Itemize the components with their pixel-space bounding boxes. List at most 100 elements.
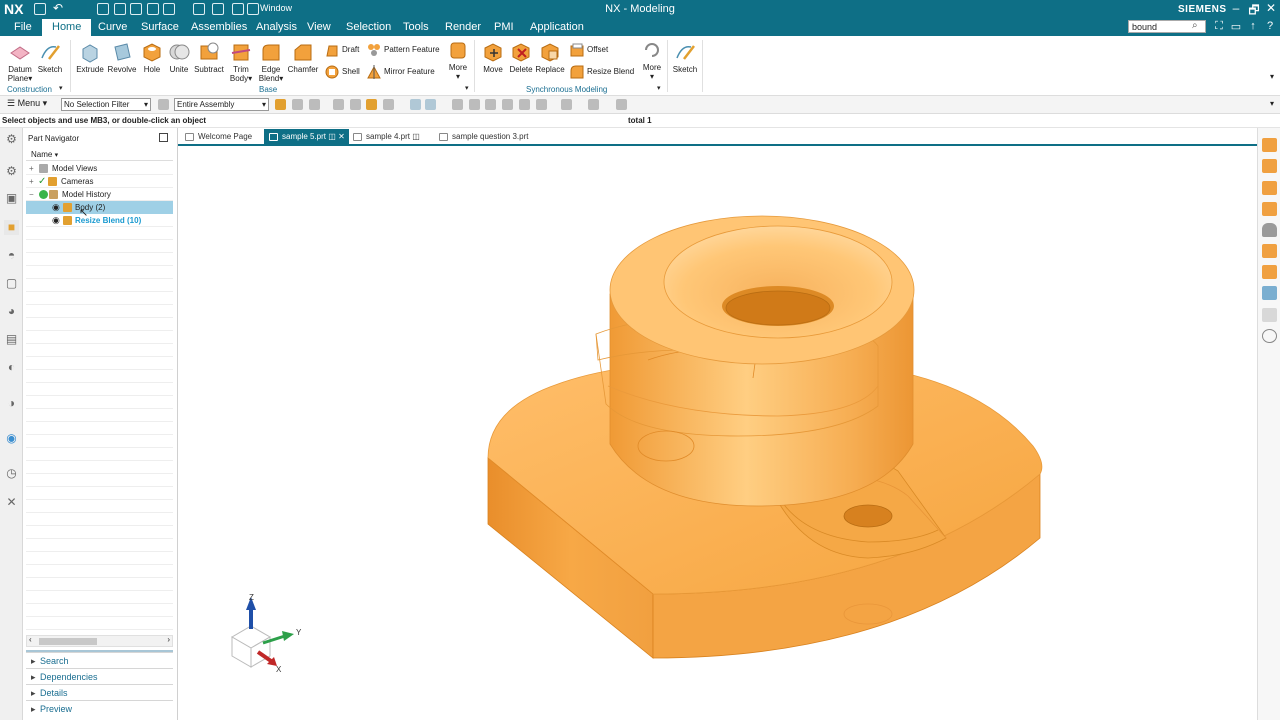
tab-render[interactable]: Render: [439, 21, 487, 33]
eye-icon[interactable]: ◉: [52, 214, 60, 227]
roles-icon[interactable]: ◉: [4, 431, 19, 446]
subtract-button[interactable]: Subtract: [193, 41, 225, 74]
sketch-button-2[interactable]: Sketch: [672, 41, 698, 74]
tab-selection[interactable]: Selection: [340, 21, 397, 33]
section-icon[interactable]: [561, 99, 572, 110]
toolbar-options-dropdown[interactable]: ▾: [1270, 99, 1274, 108]
hole-button[interactable]: Hole: [139, 41, 165, 74]
horizontal-scrollbar[interactable]: ‹ ›: [26, 635, 173, 647]
sync-group-dropdown[interactable]: ▾: [657, 84, 661, 92]
shaded-icon[interactable]: [519, 99, 530, 110]
tree-row-model-views[interactable]: + Model Views: [26, 162, 173, 175]
render-style-icon[interactable]: [502, 99, 513, 110]
tab-application[interactable]: Application: [524, 21, 590, 33]
gear-icon[interactable]: ⚙: [4, 132, 19, 147]
tab-sample-5[interactable]: sample 5.prt ◫ ✕: [264, 129, 349, 145]
fullscreen-icon[interactable]: ⛶: [1213, 20, 1225, 32]
orient-icon[interactable]: [536, 99, 547, 110]
system-materials-icon[interactable]: ◐: [4, 360, 19, 375]
trimetric-view-icon[interactable]: [1262, 265, 1277, 279]
iso-view-icon[interactable]: [1262, 202, 1277, 216]
tree-row-model-history[interactable]: − Model History: [26, 188, 173, 201]
extrude-button[interactable]: Extrude: [75, 41, 105, 74]
scope-select[interactable]: Entire Assembly: [174, 98, 269, 111]
help-icon[interactable]: ?: [1264, 20, 1276, 32]
edge-blend-button[interactable]: Edge Blend▾: [257, 41, 285, 83]
resource-icon[interactable]: ▭: [1230, 20, 1242, 33]
offset-region-button[interactable]: Offset: [570, 43, 608, 57]
edges-view-icon[interactable]: [1262, 244, 1277, 258]
name-column-header[interactable]: Name ▾: [26, 150, 173, 161]
front-view-icon[interactable]: [1262, 138, 1277, 152]
tab-analysis[interactable]: Analysis: [250, 21, 303, 33]
revolve-button[interactable]: Revolve: [106, 41, 138, 74]
menu-button[interactable]: ☰ Menu ▾: [7, 98, 47, 109]
tools-icon[interactable]: ✕: [4, 495, 19, 510]
tab-assemblies[interactable]: Assemblies: [185, 21, 253, 33]
base-group-dropdown[interactable]: ▾: [465, 84, 469, 92]
trim-body-button[interactable]: Trim Body▾: [227, 41, 255, 83]
chamfer-button[interactable]: Chamfer: [287, 41, 319, 74]
tab-pmi[interactable]: PMI: [488, 21, 520, 33]
tree-row-body[interactable]: ◉ Body (2): [26, 201, 173, 214]
minimize-button[interactable]: –: [1228, 1, 1244, 15]
shaded-view-icon[interactable]: [1262, 223, 1277, 237]
lights-icon[interactable]: [1262, 308, 1277, 322]
reuse-library-icon[interactable]: ◓: [4, 248, 19, 263]
tab-surface[interactable]: Surface: [135, 21, 185, 33]
hd3d-icon[interactable]: ▢: [4, 276, 19, 291]
tab-sample-question-3[interactable]: sample question 3.prt: [434, 129, 535, 145]
up-arrow-icon[interactable]: ↑: [1247, 20, 1259, 32]
part-cylinder[interactable]: [595, 215, 915, 507]
body-icon[interactable]: [366, 99, 377, 110]
layer-icon[interactable]: [588, 99, 599, 110]
tab-view[interactable]: View: [301, 21, 337, 33]
face-icon[interactable]: [410, 99, 421, 110]
edge-icon[interactable]: [383, 99, 394, 110]
eye-icon[interactable]: ◉: [52, 201, 60, 214]
section-preview[interactable]: Preview: [26, 700, 173, 717]
more-sync-button[interactable]: More ▾: [638, 39, 666, 81]
more-base-button[interactable]: More ▾: [444, 39, 472, 81]
resize-blend-button[interactable]: Resize Blend: [570, 65, 634, 79]
region-icon[interactable]: [425, 99, 436, 110]
selection-filter-select[interactable]: No Selection Filter: [61, 98, 151, 111]
section-dependencies[interactable]: Dependencies: [26, 668, 173, 685]
close-tab-icon[interactable]: ✕: [338, 132, 345, 141]
view-fit-icon[interactable]: [452, 99, 463, 110]
wireframe-view-icon[interactable]: [1262, 286, 1277, 300]
search-icon[interactable]: ⌕: [1192, 20, 1206, 33]
move-face-button[interactable]: Move: [479, 41, 507, 74]
tab-welcome-page[interactable]: Welcome Page: [180, 129, 258, 145]
maximize-panel-icon[interactable]: [159, 133, 168, 142]
pattern-feature-button[interactable]: Pattern Feature: [367, 43, 440, 57]
datum-plane-button[interactable]: Datum Plane▾: [5, 41, 35, 83]
unite-button[interactable]: Unite: [166, 41, 192, 74]
select-all-icon[interactable]: [292, 99, 303, 110]
scroll-thumb[interactable]: [39, 638, 97, 645]
top-view-icon[interactable]: [1262, 159, 1277, 173]
display-icon[interactable]: [616, 99, 627, 110]
tab-file[interactable]: File: [8, 21, 38, 33]
part-navigator-icon[interactable]: ■: [4, 220, 19, 235]
tree-row-cameras[interactable]: + ✓ Cameras: [26, 175, 173, 188]
tab-curve[interactable]: Curve: [92, 21, 133, 33]
tab-sample-4[interactable]: sample 4.prt ◫: [348, 129, 426, 145]
web-browser-icon[interactable]: ◕: [4, 304, 19, 319]
select-feature-icon[interactable]: [275, 99, 286, 110]
tab-home[interactable]: Home: [42, 19, 92, 36]
clock-icon[interactable]: ◷: [4, 466, 19, 481]
history-icon[interactable]: ▤: [4, 332, 19, 347]
constraint-navigator-icon[interactable]: ▣: [4, 191, 19, 206]
replace-face-button[interactable]: Replace: [535, 41, 565, 74]
expand-toggle[interactable]: +: [29, 175, 37, 188]
filter-icon[interactable]: [158, 99, 169, 110]
graphics-window[interactable]: Z Y X: [178, 146, 1257, 720]
rotate-icon[interactable]: [485, 99, 496, 110]
expand-toggle[interactable]: +: [29, 162, 37, 175]
expand-toggle[interactable]: −: [29, 188, 37, 201]
shell-button[interactable]: Shell: [325, 65, 360, 79]
construction-group-dropdown[interactable]: ▾: [59, 84, 63, 92]
section-details[interactable]: Details: [26, 684, 173, 701]
process-studio-icon[interactable]: ◑: [4, 396, 19, 411]
